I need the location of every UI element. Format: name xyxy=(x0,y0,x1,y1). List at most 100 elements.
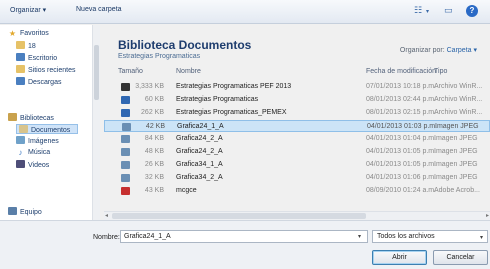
file-type: Imagen JPEG xyxy=(435,123,479,130)
preview-pane-icon[interactable]: ▭ xyxy=(444,5,453,16)
file-row[interactable]: 262 KB Estrategias Programaticas_PEMEX 08/… xyxy=(104,107,490,119)
nav-computer-label: Equipo xyxy=(20,209,42,216)
scroll-left-icon[interactable]: ◂ xyxy=(105,212,108,219)
file-name: Grafica24_1_A xyxy=(177,123,224,130)
file-row[interactable]: 84 KB Grafica24_2_A 04/01/2013 01:04 p.m. I… xyxy=(104,133,490,145)
archive-file-icon xyxy=(121,109,130,117)
file-row[interactable]: 3,333 KB Estrategias Programaticas PEF 20… xyxy=(104,81,490,93)
image-file-icon xyxy=(122,123,131,131)
library-icon xyxy=(8,113,17,121)
nav-item-label: Música xyxy=(28,149,51,156)
file-type: Imagen JPEG xyxy=(434,174,478,181)
file-row[interactable]: 43 KB mcgce 08/09/2010 01:24 a.m. Adobe Acr… xyxy=(104,185,490,197)
file-size: 26 KB xyxy=(144,161,164,168)
cancel-button[interactable]: Cancelar xyxy=(433,250,488,265)
file-name-input[interactable]: Grafica24_1_A xyxy=(120,230,368,243)
nav-computer[interactable]: Equipo xyxy=(8,207,42,217)
nav-item-label: Descargas xyxy=(28,79,62,86)
nav-item-sitios-recientes[interactable]: Sitios recientes xyxy=(16,65,75,75)
horizontal-scrollbar[interactable]: ◂ ▸ xyxy=(104,211,490,220)
file-row[interactable]: 26 KB Grafica34_1_A 04/01/2013 01:05 p.m. I… xyxy=(104,159,490,171)
open-button[interactable]: Abrir xyxy=(372,250,427,265)
file-date: 04/01/2013 01:05 p.m. xyxy=(366,148,437,155)
nav-item-label: Escritorio xyxy=(28,55,58,62)
column-size[interactable]: Tamaño xyxy=(118,68,143,75)
file-name: Estrategias Programaticas xyxy=(176,96,259,103)
file-name-label: Nombre: xyxy=(93,234,120,241)
file-size: 84 KB xyxy=(144,135,164,142)
file-size: 3,333 KB xyxy=(135,83,164,90)
scroll-right-icon[interactable]: ▸ xyxy=(486,212,489,219)
image-file-icon xyxy=(121,135,130,143)
nav-item-videos[interactable]: Videos xyxy=(16,160,49,170)
file-row[interactable]: 42 KB Grafica24_1_A 04/01/2013 01:03 p.m. I… xyxy=(104,120,490,132)
file-size: 43 KB xyxy=(144,187,164,194)
desktop-icon xyxy=(16,53,25,61)
file-type: Imagen JPEG xyxy=(434,148,478,155)
file-name: Grafica34_1_A xyxy=(176,161,223,168)
horizontal-scrollbar-thumb[interactable] xyxy=(112,213,366,219)
file-type: Imagen JPEG xyxy=(434,135,478,142)
file-type-select[interactable]: Todos los archivos ▾ xyxy=(372,230,488,243)
view-options-icon[interactable]: ☷ xyxy=(414,5,422,16)
file-type: Archivo WinR... xyxy=(434,96,483,103)
arrange-by-dropdown[interactable]: Carpeta ▾ xyxy=(447,47,477,54)
star-icon: ★ xyxy=(8,29,17,38)
nav-scrollbar-thumb[interactable] xyxy=(94,45,99,100)
file-name: Estrategias Programaticas_PEMEX xyxy=(176,109,287,116)
archive-file-icon xyxy=(121,83,130,91)
file-type: Imagen JPEG xyxy=(434,161,478,168)
toolbar-icons: ☷ ▾ ▭ ? xyxy=(414,5,484,19)
nav-favorites-label: Favoritos xyxy=(20,30,49,37)
file-row[interactable]: 48 KB Grafica24_2_A 04/01/2013 01:05 p.m. I… xyxy=(104,146,490,158)
help-icon[interactable]: ? xyxy=(466,5,478,17)
file-row[interactable]: 60 KB Estrategias Programaticas 08/01/2013… xyxy=(104,94,490,106)
toolbar: Organizar ▾ Nueva carpeta ☷ ▾ ▭ ? xyxy=(0,0,490,24)
file-date: 08/09/2010 01:24 a.m. xyxy=(366,187,437,194)
file-size: 48 KB xyxy=(144,148,164,155)
file-name: Estrategias Programaticas PEF 2013 xyxy=(176,83,292,90)
column-type[interactable]: Tipo xyxy=(434,68,447,75)
chevron-down-icon[interactable]: ▾ xyxy=(426,8,429,15)
file-date: 04/01/2013 01:05 p.m. xyxy=(366,161,437,168)
nav-item-label: Imágenes xyxy=(28,138,59,145)
file-name: Grafica24_2_A xyxy=(176,135,223,142)
chevron-down-icon: ▾ xyxy=(479,235,483,241)
nav-item-label: 18 xyxy=(28,43,36,50)
pictures-icon xyxy=(16,136,25,144)
arrange-by: Organizar por: Carpeta ▾ xyxy=(400,46,477,54)
column-date[interactable]: Fecha de modificación xyxy=(366,68,436,75)
column-name[interactable]: Nombre xyxy=(176,68,201,75)
nav-favorites[interactable]: ★ Favoritos xyxy=(8,29,49,39)
nav-scrollbar[interactable] xyxy=(92,25,100,220)
nav-item-label: Sitios recientes xyxy=(28,67,76,74)
nav-item-18[interactable]: 18 xyxy=(16,41,36,51)
nav-item-escritorio[interactable]: Escritorio xyxy=(16,53,57,63)
file-size: 32 KB xyxy=(144,174,164,181)
nav-item-documentos[interactable]: Documentos xyxy=(16,124,78,134)
videos-icon xyxy=(16,160,25,168)
nav-libraries[interactable]: Bibliotecas xyxy=(8,113,54,123)
organize-button[interactable]: Organizar ▾ xyxy=(10,6,46,14)
computer-icon xyxy=(8,207,17,215)
pdf-file-icon xyxy=(121,187,130,195)
folder-icon xyxy=(16,41,25,49)
file-size: 262 KB xyxy=(141,109,164,116)
nav-item-musica[interactable]: ♪ Música xyxy=(16,148,51,158)
arrange-by-label: Organizar por: xyxy=(399,47,445,54)
music-icon: ♪ xyxy=(18,148,23,157)
nav-libraries-label: Bibliotecas xyxy=(20,115,54,122)
new-folder-button[interactable]: Nueva carpeta xyxy=(76,6,122,13)
file-type: Archivo WinR... xyxy=(434,109,483,116)
file-row[interactable]: 32 KB Grafica34_2_A 04/01/2013 01:06 p.m. I… xyxy=(104,172,490,184)
downloads-icon xyxy=(16,77,25,85)
nav-item-imagenes[interactable]: Imágenes xyxy=(16,136,59,146)
chevron-down-icon[interactable]: ▾ xyxy=(358,233,361,240)
nav-item-label: Videos xyxy=(28,162,50,169)
nav-item-descargas[interactable]: Descargas xyxy=(16,77,61,87)
column-headers: Tamaño Nombre Fecha de modificación Tipo xyxy=(104,68,490,80)
nav-item-label: Documentos xyxy=(31,127,71,134)
dialog-footer: Nombre: Grafica24_1_A ▾ Todos los archiv… xyxy=(0,220,490,269)
file-type: Archivo WinR... xyxy=(434,83,483,90)
library-subtitle: Estrategias Programaticas xyxy=(118,53,201,60)
